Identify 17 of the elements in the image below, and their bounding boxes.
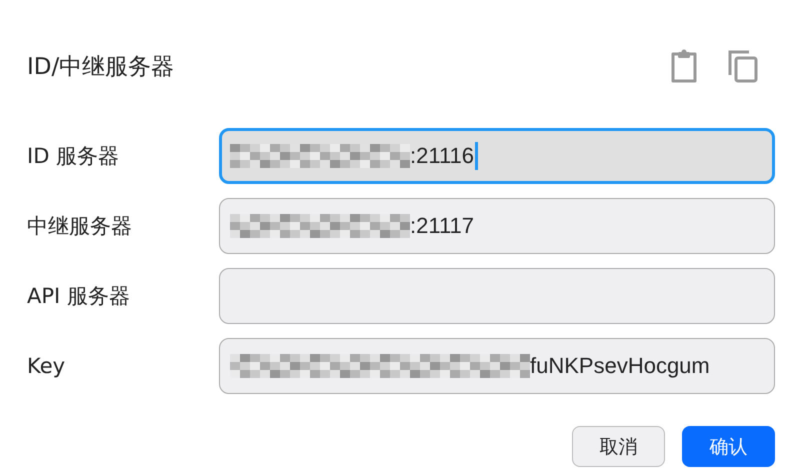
field-value: :21117 — [410, 213, 474, 239]
text-cursor — [475, 142, 478, 170]
clipboard-icon[interactable] — [669, 49, 699, 83]
field-label: API 服务器 — [27, 283, 131, 310]
field-label: Key — [27, 354, 66, 378]
input-field[interactable]: :21116 — [219, 128, 775, 184]
copy-icon[interactable] — [727, 49, 759, 83]
field-value: fuNKPsevHocgum — [530, 353, 710, 379]
field-value: :21116 — [410, 143, 474, 169]
dialog-title: ID/中继服务器 — [27, 52, 174, 82]
cancel-button[interactable]: 取消 — [572, 426, 665, 467]
input-field[interactable]: :21117 — [219, 198, 775, 254]
input-field[interactable] — [219, 268, 775, 324]
confirm-button[interactable]: 确认 — [682, 426, 775, 467]
input-field[interactable]: fuNKPsevHocgum — [219, 338, 775, 394]
field-label: ID 服务器 — [27, 143, 120, 170]
field-label: 中继服务器 — [27, 213, 133, 240]
